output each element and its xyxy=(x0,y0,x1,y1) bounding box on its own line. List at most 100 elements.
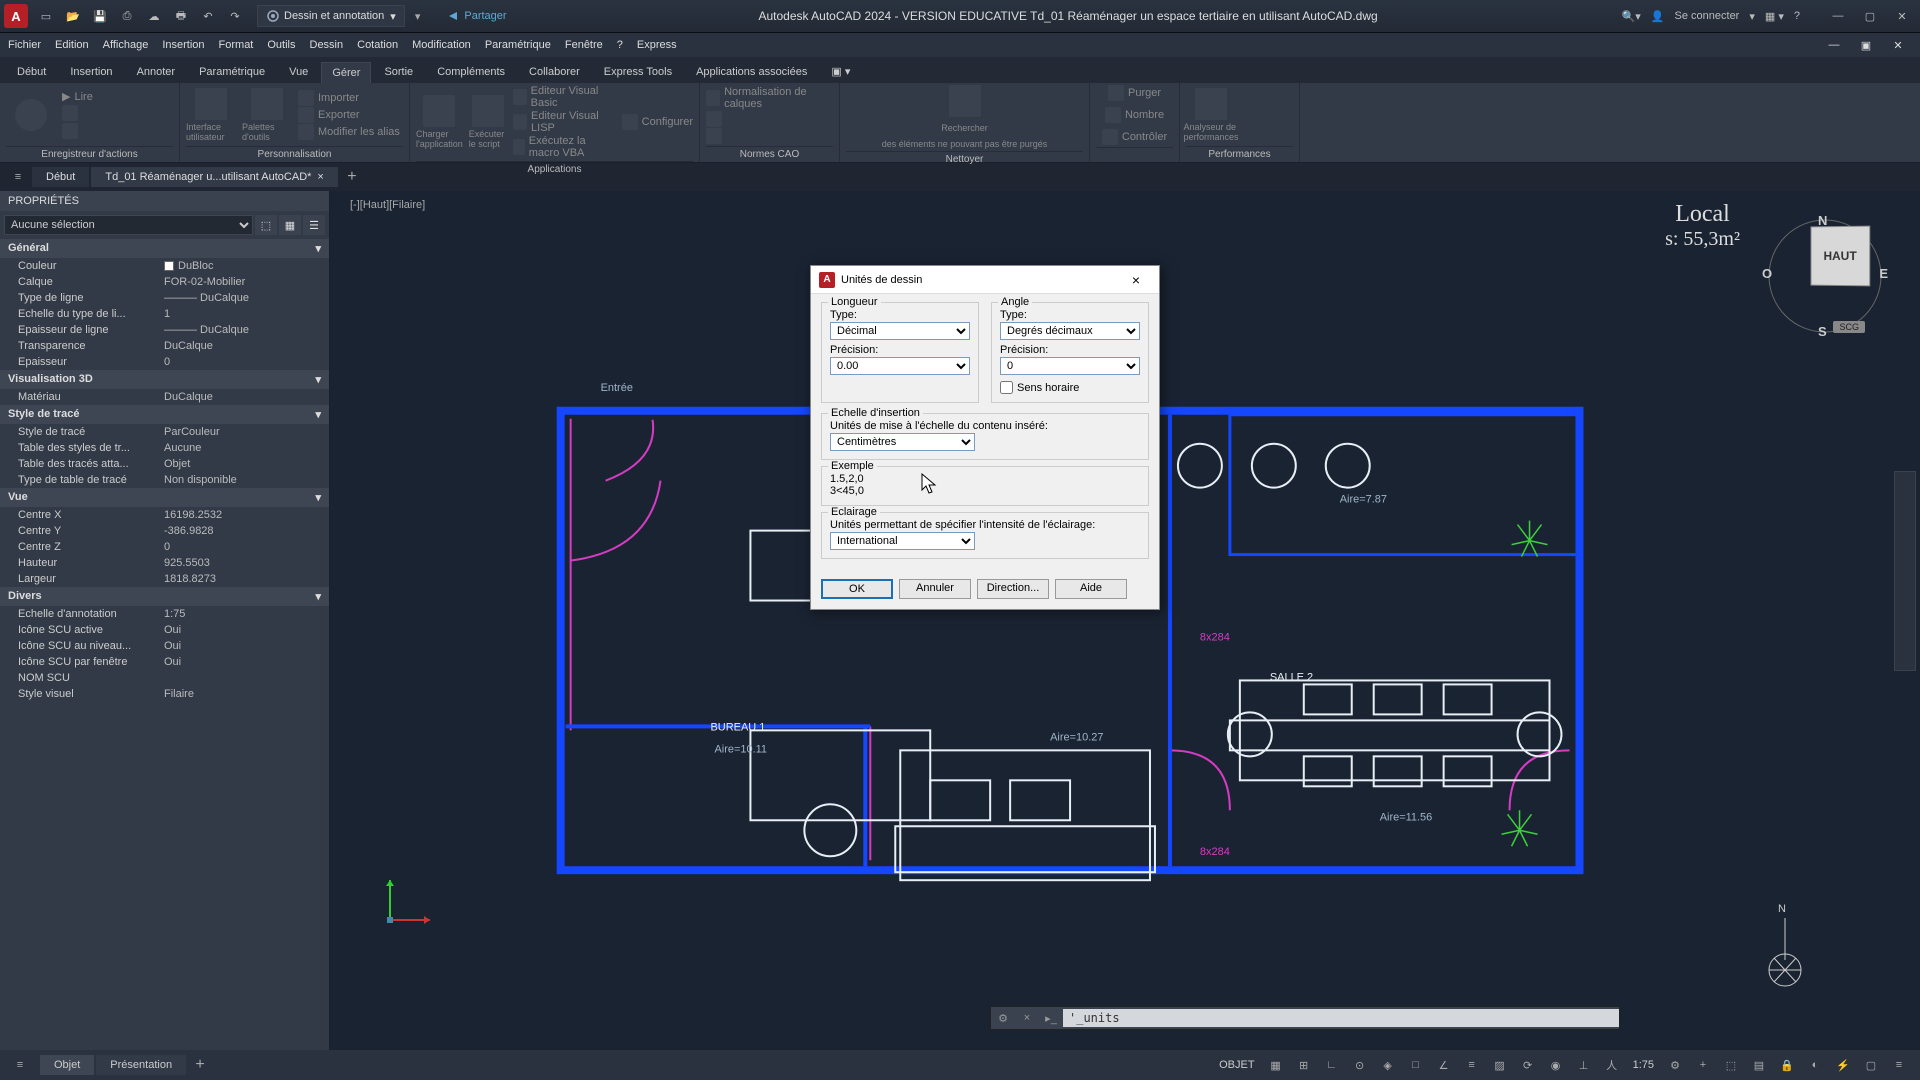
workspace-selector[interactable]: Dessin et annotation ▾ xyxy=(257,5,405,27)
purge-button[interactable]: Purger xyxy=(1108,85,1161,101)
doc-restore-button[interactable]: ▣ xyxy=(1852,34,1880,56)
menu-help[interactable]: ? xyxy=(617,39,623,51)
ribbon-tab-sortie[interactable]: Sortie xyxy=(373,61,424,83)
qat-save-icon[interactable]: 💾 xyxy=(88,5,112,27)
qat-cloud-icon[interactable]: ☁ xyxy=(142,5,166,27)
prop-row[interactable]: Echelle d'annotation1:75 xyxy=(0,606,329,622)
quickprops-icon[interactable]: ▤ xyxy=(1746,1053,1772,1077)
cmdline-customize-icon[interactable]: ⚙ xyxy=(991,1007,1015,1029)
menu-cotation[interactable]: Cotation xyxy=(357,39,398,51)
qat-saveas-icon[interactable]: ⎙ xyxy=(115,5,139,27)
qat-plot-icon[interactable]: 🖶 xyxy=(169,5,193,27)
close-button[interactable]: ✕ xyxy=(1888,5,1916,27)
record-button[interactable] xyxy=(6,99,56,131)
grid-icon[interactable]: ▦ xyxy=(1263,1053,1289,1077)
prop-row[interactable]: Icône SCU activeOui xyxy=(0,622,329,638)
app-logo[interactable]: A xyxy=(4,4,28,28)
ortho-icon[interactable]: ∟ xyxy=(1319,1053,1345,1077)
prop-row[interactable]: NOM SCU xyxy=(0,670,329,686)
prop-row[interactable]: Style de tracéParCouleur xyxy=(0,424,329,440)
script-button[interactable]: Exécuter le script xyxy=(469,95,507,149)
share-button[interactable]: Partager xyxy=(438,7,514,25)
ribbon-tab-parametrique[interactable]: Paramétrique xyxy=(188,61,276,83)
osnap-icon[interactable]: □ xyxy=(1403,1053,1429,1077)
vb-button[interactable]: Editeur Visual Basic xyxy=(513,85,616,109)
ribbon-tab-vue[interactable]: Vue xyxy=(278,61,319,83)
otrack-icon[interactable]: ∠ xyxy=(1431,1053,1457,1077)
app-switcher-icon[interactable]: ▦ ▾ xyxy=(1765,10,1784,23)
prop-row[interactable]: CalqueFOR-02-Mobilier xyxy=(0,274,329,290)
prop-row[interactable]: Table des styles de tr...Aucune xyxy=(0,440,329,456)
check-button[interactable]: Contrôler xyxy=(1102,129,1167,145)
prop-row[interactable]: Epaisseur de ligne——— DuCalque xyxy=(0,322,329,338)
tab-model[interactable]: Objet xyxy=(40,1055,94,1075)
lighting-units-select[interactable]: International xyxy=(830,532,975,550)
prop-value[interactable]: 1818.8273 xyxy=(160,573,329,585)
status-objet[interactable]: OBJET xyxy=(1213,1059,1260,1071)
ribbon-tab-complements[interactable]: Compléments xyxy=(426,61,516,83)
cmdline-close-icon[interactable]: × xyxy=(1015,1007,1039,1029)
qat-open-icon[interactable]: 📂 xyxy=(61,5,85,27)
prop-value[interactable]: DuCalque xyxy=(160,340,329,352)
prop-row[interactable]: Centre X16198.2532 xyxy=(0,507,329,523)
prop-row[interactable]: Type de ligne——— DuCalque xyxy=(0,290,329,306)
insertion-scale-select[interactable]: Centimètres xyxy=(830,433,975,451)
prop-value[interactable]: 16198.2532 xyxy=(160,509,329,521)
navbar[interactable] xyxy=(1894,471,1916,671)
prop-row[interactable]: MatériauDuCalque xyxy=(0,389,329,405)
perf-button[interactable]: Analyseur de performances xyxy=(1186,88,1236,142)
prop-value[interactable]: 0 xyxy=(160,541,329,553)
prop-value[interactable]: DuBloc xyxy=(160,260,329,272)
alias-button[interactable]: Modifier les alias xyxy=(298,124,400,140)
prop-group-header[interactable]: Style de tracé▾ xyxy=(0,405,329,424)
isodraft-icon[interactable]: ◈ xyxy=(1375,1053,1401,1077)
prop-row[interactable]: TransparenceDuCalque xyxy=(0,338,329,354)
lock-ui-icon[interactable]: 🔒 xyxy=(1774,1053,1800,1077)
prop-row[interactable]: Icône SCU au niveau...Oui xyxy=(0,638,329,654)
menu-fenetre[interactable]: Fenêtre xyxy=(565,39,603,51)
maximize-button[interactable]: ▢ xyxy=(1856,5,1884,27)
prop-row[interactable]: Largeur1818.8273 xyxy=(0,571,329,587)
transparency-icon[interactable]: ▨ xyxy=(1487,1053,1513,1077)
clockwise-checkbox[interactable]: Sens horaire xyxy=(1000,381,1140,394)
angle-type-select[interactable]: Degrés décimaux xyxy=(1000,322,1140,340)
lisp-button[interactable]: Editeur Visual LISP xyxy=(513,110,616,134)
rb-2[interactable] xyxy=(62,123,93,139)
qat-new-icon[interactable]: ▭ xyxy=(34,5,58,27)
prop-group-header[interactable]: Vue▾ xyxy=(0,488,329,507)
prop-value[interactable]: Non disponible xyxy=(160,474,329,486)
prop-value[interactable]: ——— DuCalque xyxy=(160,324,329,336)
units-icon[interactable]: ⬚ xyxy=(1718,1053,1744,1077)
qat-redo-icon[interactable]: ↷ xyxy=(223,5,247,27)
prop-value[interactable]: Objet xyxy=(160,458,329,470)
prop-value[interactable]: 0 xyxy=(160,356,329,368)
search-icon[interactable]: 🔍▾ xyxy=(1622,10,1641,23)
macro-button[interactable]: Exécutez la macro VBA xyxy=(513,135,616,159)
customize-status-icon[interactable]: ≡ xyxy=(1886,1053,1912,1077)
minimize-button[interactable]: — xyxy=(1824,5,1852,27)
isolate-icon[interactable]: ◐ xyxy=(1802,1053,1828,1077)
ucs-icon[interactable] xyxy=(380,870,440,930)
toggle-pickadd-icon[interactable]: ☰ xyxy=(303,215,325,235)
qat-dropdown-icon[interactable]: ▾ xyxy=(415,10,421,23)
prop-value[interactable]: FOR-02-Mobilier xyxy=(160,276,329,288)
3dosnap-icon[interactable]: ◉ xyxy=(1543,1053,1569,1077)
help-button[interactable]: Aide xyxy=(1055,579,1127,599)
palettes-button[interactable]: Palettes d'outils xyxy=(242,88,292,142)
menu-parametrique[interactable]: Paramétrique xyxy=(485,39,551,51)
ribbon-tab-gerer[interactable]: Gérer xyxy=(321,62,371,83)
length-precision-select[interactable]: 0.00 xyxy=(830,357,970,375)
prop-value[interactable]: Oui xyxy=(160,640,329,652)
prop-value[interactable]: 1 xyxy=(160,308,329,320)
cycling-icon[interactable]: ⟳ xyxy=(1515,1053,1541,1077)
qat-undo-icon[interactable]: ↶ xyxy=(196,5,220,27)
burger-icon[interactable]: ≡ xyxy=(6,165,30,189)
ok-button[interactable]: OK xyxy=(821,579,893,599)
prop-group-header[interactable]: Visualisation 3D▾ xyxy=(0,370,329,389)
prop-value[interactable]: ParCouleur xyxy=(160,426,329,438)
count-button[interactable]: Nombre xyxy=(1105,107,1164,123)
doc-tab-current[interactable]: Td_01 Réaménager u...utilisant AutoCAD*× xyxy=(91,167,338,187)
ribbon-tab-express[interactable]: Express Tools xyxy=(593,61,683,83)
menu-insertion[interactable]: Insertion xyxy=(162,39,204,51)
rb-1[interactable] xyxy=(62,105,93,121)
